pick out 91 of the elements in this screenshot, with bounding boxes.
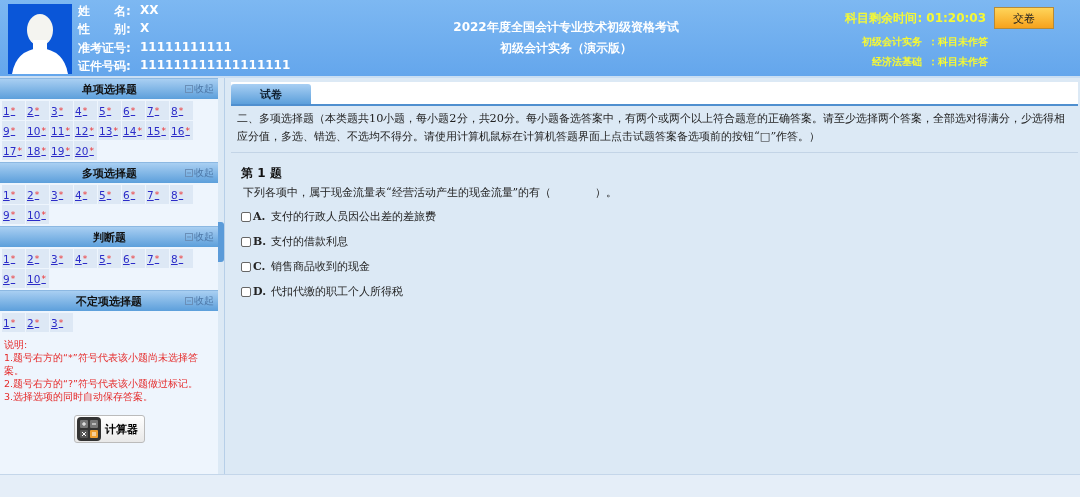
question-link[interactable]: 10* bbox=[26, 269, 49, 288]
field-value: 11111111111 bbox=[140, 39, 232, 56]
question-link[interactable]: 8* bbox=[170, 101, 193, 120]
question-link[interactable]: 18* bbox=[26, 141, 49, 160]
question-link[interactable]: 20* bbox=[74, 141, 97, 160]
exam-title: 2022年度全国会计专业技术初级资格考试 bbox=[453, 19, 679, 36]
note-text: 3.选择选项的同时自动保存答案。 bbox=[4, 390, 155, 403]
note-text: 2.题号右方的“?”符号代表该小题做过标记。 bbox=[4, 377, 199, 390]
timer-label: 科目剩余时间: bbox=[845, 9, 923, 27]
question-link[interactable]: 3* bbox=[50, 185, 73, 204]
question-link[interactable]: 13* bbox=[98, 121, 121, 140]
field-value: 111111111111111111 bbox=[140, 58, 291, 75]
option-text: 支付的行政人员因公出差的差旅费 bbox=[271, 209, 436, 224]
question-link[interactable]: 3* bbox=[50, 249, 73, 268]
subject-name: 经济法基础 bbox=[871, 55, 922, 69]
question-title: 第 1 题 bbox=[241, 165, 283, 182]
question-link[interactable]: 2* bbox=[26, 313, 49, 332]
collapse-icon bbox=[185, 233, 193, 241]
option-label: A. bbox=[253, 210, 267, 223]
collapse-icon bbox=[185, 297, 193, 305]
section-title: 多项选择题 bbox=[81, 165, 137, 181]
question-link[interactable]: 2* bbox=[26, 101, 49, 120]
question-link[interactable]: 8* bbox=[170, 185, 193, 204]
option-text: 代扣代缴的职工个人所得税 bbox=[271, 284, 403, 299]
question-link[interactable]: 1* bbox=[2, 313, 25, 332]
option-text: 支付的借款利息 bbox=[271, 234, 348, 249]
question-text: 下列各项中，属于现金流量表“经营活动产生的现金流量”的有（ ）。 bbox=[243, 185, 619, 200]
question-link[interactable]: 1* bbox=[2, 185, 25, 204]
subject-status: ：科目未作答 bbox=[928, 35, 988, 49]
field-label: 证件号码: bbox=[78, 58, 132, 76]
submit-button[interactable]: 交卷 bbox=[994, 7, 1054, 29]
field-label: 性 别: bbox=[78, 21, 132, 39]
note-text: 说明: bbox=[4, 338, 29, 351]
question-link[interactable]: 5* bbox=[98, 101, 121, 120]
calculator-button[interactable]: 计算器 bbox=[73, 415, 145, 443]
note-text: 1.题号右方的“*”符号代表该小题尚未选择答案。 bbox=[4, 351, 199, 377]
option-text: 销售商品收到的现金 bbox=[271, 259, 370, 274]
question-link[interactable]: 11* bbox=[50, 121, 73, 140]
question-link[interactable]: 3* bbox=[50, 101, 73, 120]
question-link[interactable]: 17* bbox=[2, 141, 25, 160]
section-title: 判断题 bbox=[92, 229, 126, 245]
question-link[interactable]: 2* bbox=[26, 249, 49, 268]
option-label: C. bbox=[253, 260, 267, 273]
question-link[interactable]: 3* bbox=[50, 313, 73, 332]
option-label: B. bbox=[253, 235, 268, 248]
sidebar-toggle[interactable] bbox=[218, 222, 224, 262]
option-label: D. bbox=[253, 285, 267, 298]
question-link[interactable]: 7* bbox=[146, 249, 169, 268]
calculator-icon bbox=[76, 417, 101, 441]
question-link[interactable]: 5* bbox=[98, 185, 121, 204]
subject-name: 初级会计实务 bbox=[861, 35, 922, 49]
checkbox[interactable] bbox=[241, 286, 251, 297]
collapse-icon bbox=[185, 85, 193, 93]
exam-subtitle: 初级会计实务（演示版） bbox=[500, 40, 632, 57]
checkbox[interactable] bbox=[241, 261, 251, 272]
question-link[interactable]: 14* bbox=[122, 121, 145, 140]
field-label: 姓 名: bbox=[78, 2, 132, 20]
question-link[interactable]: 15* bbox=[146, 121, 169, 140]
section-title: 单项选择题 bbox=[81, 81, 137, 97]
field-value: X bbox=[140, 21, 150, 38]
question-link[interactable]: 10* bbox=[26, 205, 49, 224]
field-value: XX bbox=[140, 2, 159, 19]
question-link[interactable]: 10* bbox=[26, 121, 49, 140]
question-link[interactable]: 2* bbox=[26, 185, 49, 204]
question-link[interactable]: 1* bbox=[2, 249, 25, 268]
question-link[interactable]: 9* bbox=[2, 269, 25, 288]
question-link[interactable]: 19* bbox=[50, 141, 73, 160]
checkbox[interactable] bbox=[241, 236, 251, 247]
timer-value: 01:20:03 bbox=[926, 11, 986, 25]
question-link[interactable]: 7* bbox=[146, 101, 169, 120]
question-link[interactable]: 12* bbox=[74, 121, 97, 140]
question-link[interactable]: 6* bbox=[122, 249, 145, 268]
checkbox[interactable] bbox=[241, 211, 251, 222]
collapse-icon bbox=[185, 169, 193, 177]
section-title: 不定项选择题 bbox=[76, 293, 142, 309]
subject-status: ：科目未作答 bbox=[928, 55, 988, 69]
question-link[interactable]: 7* bbox=[146, 185, 169, 204]
question-link[interactable]: 4* bbox=[74, 101, 97, 120]
question-link[interactable]: 1* bbox=[2, 101, 25, 120]
question-link[interactable]: 6* bbox=[122, 101, 145, 120]
instructions-text: 二、多项选择题（本类题共10小题，每小题2分，共20分。每小题备选答案中，有两个或两个以上符合题意的正确答案。请至少选择两个答案，全部选对得满分，少选得相应分值，多选、错选、不选均不得分。请使用计算机鼠标在计算机答题界面上点击试题答案备选项前的按钮“□”作答。） bbox=[231, 106, 1078, 153]
question-link[interactable]: 16* bbox=[170, 121, 193, 140]
question-link[interactable]: 8* bbox=[170, 249, 193, 268]
field-label: 准考证号: bbox=[78, 39, 132, 57]
tab[interactable]: 试卷 bbox=[231, 84, 311, 104]
question-link[interactable]: 9* bbox=[2, 205, 25, 224]
question-link[interactable]: 9* bbox=[2, 121, 25, 140]
question-link[interactable]: 4* bbox=[74, 249, 97, 268]
question-link[interactable]: 5* bbox=[98, 249, 121, 268]
question-link[interactable]: 4* bbox=[74, 185, 97, 204]
question-link[interactable]: 6* bbox=[122, 185, 145, 204]
